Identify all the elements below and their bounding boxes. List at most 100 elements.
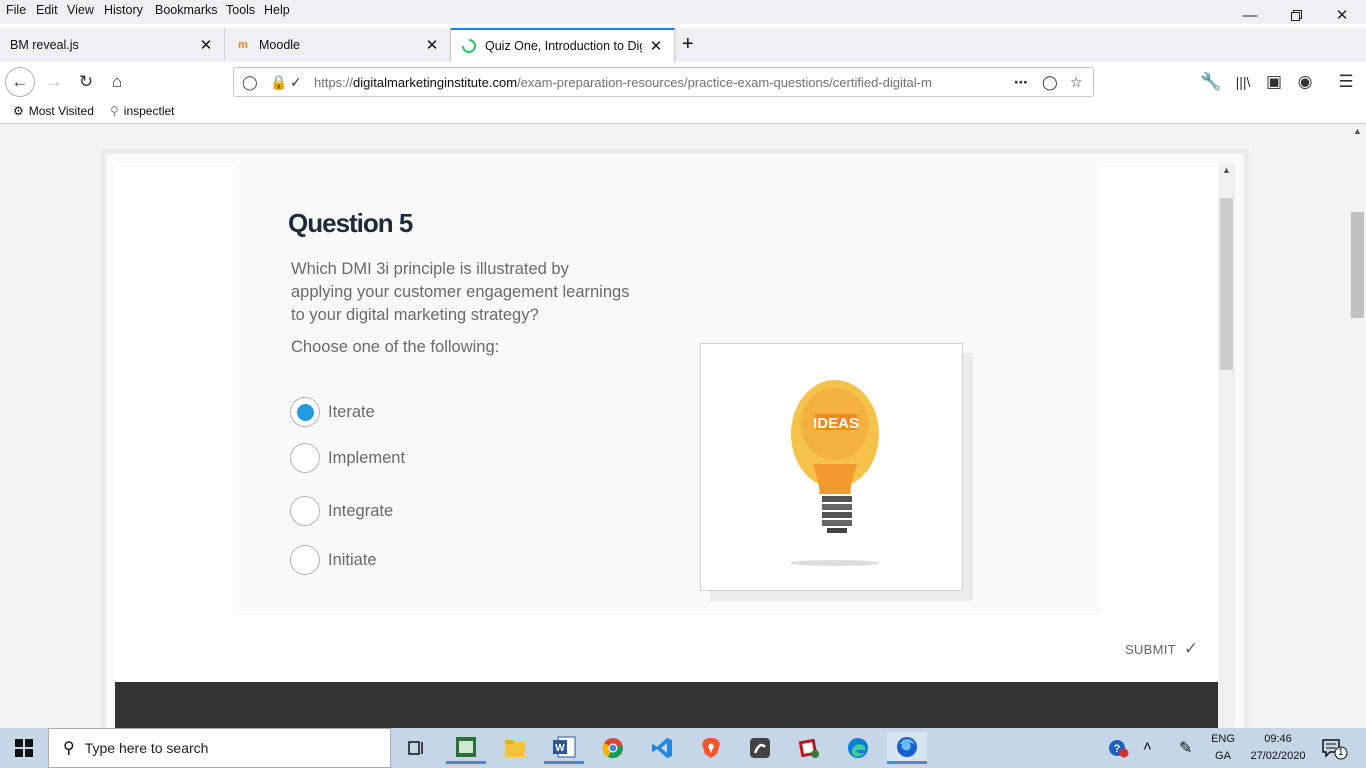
tab-title: Moodle	[259, 37, 300, 52]
wrench-icon[interactable]: 🔧	[1197, 68, 1225, 96]
question-instruction: Choose one of the following:	[291, 338, 500, 356]
url-text[interactable]: https://digitalmarketinginstitute.com/ex…	[314, 75, 1014, 90]
option-label: Iterate	[328, 402, 375, 421]
option-initiate[interactable]: Initiate	[290, 545, 377, 575]
loading-icon	[461, 38, 477, 54]
chrome-icon[interactable]	[593, 732, 633, 764]
url-path: /exam-preparation-resources/practice-exa…	[517, 75, 932, 90]
permissions-icon[interactable]: ✓	[290, 74, 302, 91]
clock-time: 09:46	[1264, 733, 1292, 745]
windows-start-icon[interactable]	[0, 728, 48, 768]
svg-text:W: W	[555, 743, 565, 754]
tab-bar: BM reveal.js ✕ m Moodle ✕ Quiz One, Intr…	[0, 28, 1366, 62]
help-icon[interactable]: ?	[1108, 739, 1130, 762]
brave-icon[interactable]	[691, 732, 731, 764]
pocket-icon[interactable]: ◯	[1042, 74, 1058, 91]
lightbulb-ideas-image: IDEAS	[790, 380, 880, 566]
navigation-bar: ← → ↻ ⌂ ◯ 🔒 ✓ https://digitalmarketingin…	[0, 62, 1366, 100]
vscode-icon[interactable]	[642, 732, 682, 764]
option-label: Initiate	[328, 550, 377, 569]
language-indicator[interactable]: ENG GA	[1208, 733, 1238, 762]
url-prefix: https://	[314, 75, 354, 90]
menu-bar: File Edit View History Bookmarks Tools H…	[0, 0, 1366, 24]
app-spreadsheet-icon[interactable]	[446, 732, 486, 764]
minimize-icon[interactable]: —	[1227, 2, 1273, 28]
file-explorer-icon[interactable]	[495, 732, 535, 764]
option-iterate[interactable]: Iterate	[290, 397, 375, 427]
firefox-icon[interactable]	[887, 732, 927, 764]
word-icon[interactable]: W	[544, 732, 584, 764]
home-icon[interactable]: ⌂	[103, 68, 131, 96]
menu-file[interactable]: File	[6, 3, 26, 17]
tab-reveal[interactable]: BM reveal.js ✕	[0, 28, 225, 61]
clock[interactable]: 09:46 27/02/2020	[1245, 733, 1311, 762]
hamburger-menu-icon[interactable]: ☰	[1332, 68, 1360, 96]
close-tab-icon[interactable]: ✕	[648, 37, 664, 55]
page-content: Question 5 Which DMI 3i principle is ill…	[0, 124, 1366, 728]
close-window-icon[interactable]: ✕	[1319, 2, 1365, 28]
language-layout: GA	[1215, 750, 1231, 762]
taskbar-search-box[interactable]: ⚲ Type here to search	[48, 728, 391, 768]
menu-bookmarks[interactable]: Bookmarks	[155, 3, 218, 17]
shield-icon[interactable]: ◯	[242, 74, 258, 91]
inkscape-icon[interactable]	[740, 732, 780, 764]
reload-icon[interactable]: ↻	[72, 68, 100, 96]
menu-history[interactable]: History	[104, 3, 143, 17]
notification-count: 1	[1338, 747, 1344, 758]
footer-bar	[115, 682, 1218, 728]
new-tab-icon[interactable]: +	[676, 28, 706, 61]
inner-scrollbar[interactable]: ▲	[1218, 163, 1235, 728]
menu-tools[interactable]: Tools	[226, 3, 255, 17]
submit-button[interactable]: SUBMIT ✓	[1125, 639, 1198, 659]
radio-button[interactable]	[290, 397, 320, 427]
bookmark-inspectlet[interactable]: ⚲ inspectlet	[110, 104, 175, 118]
page-scroll-thumb[interactable]	[1351, 212, 1364, 318]
menu-edit[interactable]: Edit	[36, 3, 58, 17]
option-label: Implement	[328, 448, 406, 467]
chevron-up-icon[interactable]: ˄	[1143, 738, 1152, 755]
edge-icon[interactable]	[838, 732, 878, 764]
page-actions-icon[interactable]: ⋯	[1014, 74, 1029, 91]
option-implement[interactable]: Implement	[290, 443, 405, 473]
url-bar[interactable]: ◯ 🔒 ✓ https://digitalmarketinginstitute.…	[233, 67, 1094, 97]
search-icon: ⚲	[63, 740, 75, 757]
forward-icon[interactable]: →	[40, 68, 68, 96]
bookmark-most-visited[interactable]: ⚙ Most Visited	[13, 104, 94, 118]
clock-date: 27/02/2020	[1250, 750, 1306, 762]
checkmark-icon: ✓	[1183, 639, 1199, 658]
restore-icon[interactable]	[1273, 2, 1319, 28]
pen-icon[interactable]: ✎	[1179, 738, 1192, 758]
radio-button[interactable]	[290, 545, 320, 575]
question-text: Which DMI 3i principle is illustrated by…	[291, 260, 630, 324]
radio-button[interactable]	[290, 496, 320, 526]
language-code: ENG	[1211, 733, 1235, 745]
media-player-icon[interactable]	[789, 732, 829, 764]
menu-view[interactable]: View	[67, 3, 94, 17]
question-image: IDEAS	[700, 343, 963, 591]
task-view-icon[interactable]	[397, 732, 437, 764]
windows-taskbar: ⚲ Type here to search W ? ˄ ✎ ENG GA 09:…	[0, 728, 1366, 768]
submit-label: SUBMIT	[1125, 641, 1176, 657]
option-integrate[interactable]: Integrate	[290, 496, 393, 526]
tab-moodle[interactable]: m Moodle ✕	[225, 28, 451, 61]
library-icon[interactable]: |||\	[1229, 68, 1257, 96]
tab-quiz[interactable]: Quiz One, Introduction to Digit ✕	[451, 28, 675, 62]
scroll-up-icon[interactable]: ▲	[1222, 165, 1231, 175]
option-label: Integrate	[328, 501, 394, 520]
close-tab-icon[interactable]: ✕	[198, 36, 214, 54]
inner-scroll-thumb[interactable]	[1220, 198, 1233, 370]
menu-help[interactable]: Help	[264, 3, 290, 17]
radio-button[interactable]	[290, 443, 320, 473]
lock-icon[interactable]: 🔒	[270, 74, 287, 91]
search-placeholder: Type here to search	[84, 740, 209, 756]
account-icon[interactable]: ◉	[1291, 68, 1319, 96]
sidebar-icon[interactable]: ▣	[1260, 68, 1288, 96]
bookmark-label: inspectlet	[123, 104, 175, 118]
page-scrollbar[interactable]: ▲	[1349, 124, 1366, 728]
moodle-icon: m	[238, 38, 248, 51]
close-tab-icon[interactable]: ✕	[424, 36, 440, 54]
page-scroll-up-icon[interactable]: ▲	[1353, 126, 1362, 136]
notifications-icon[interactable]: 1	[1322, 738, 1348, 763]
star-icon[interactable]: ☆	[1070, 74, 1083, 91]
back-icon[interactable]: ←	[5, 67, 35, 97]
